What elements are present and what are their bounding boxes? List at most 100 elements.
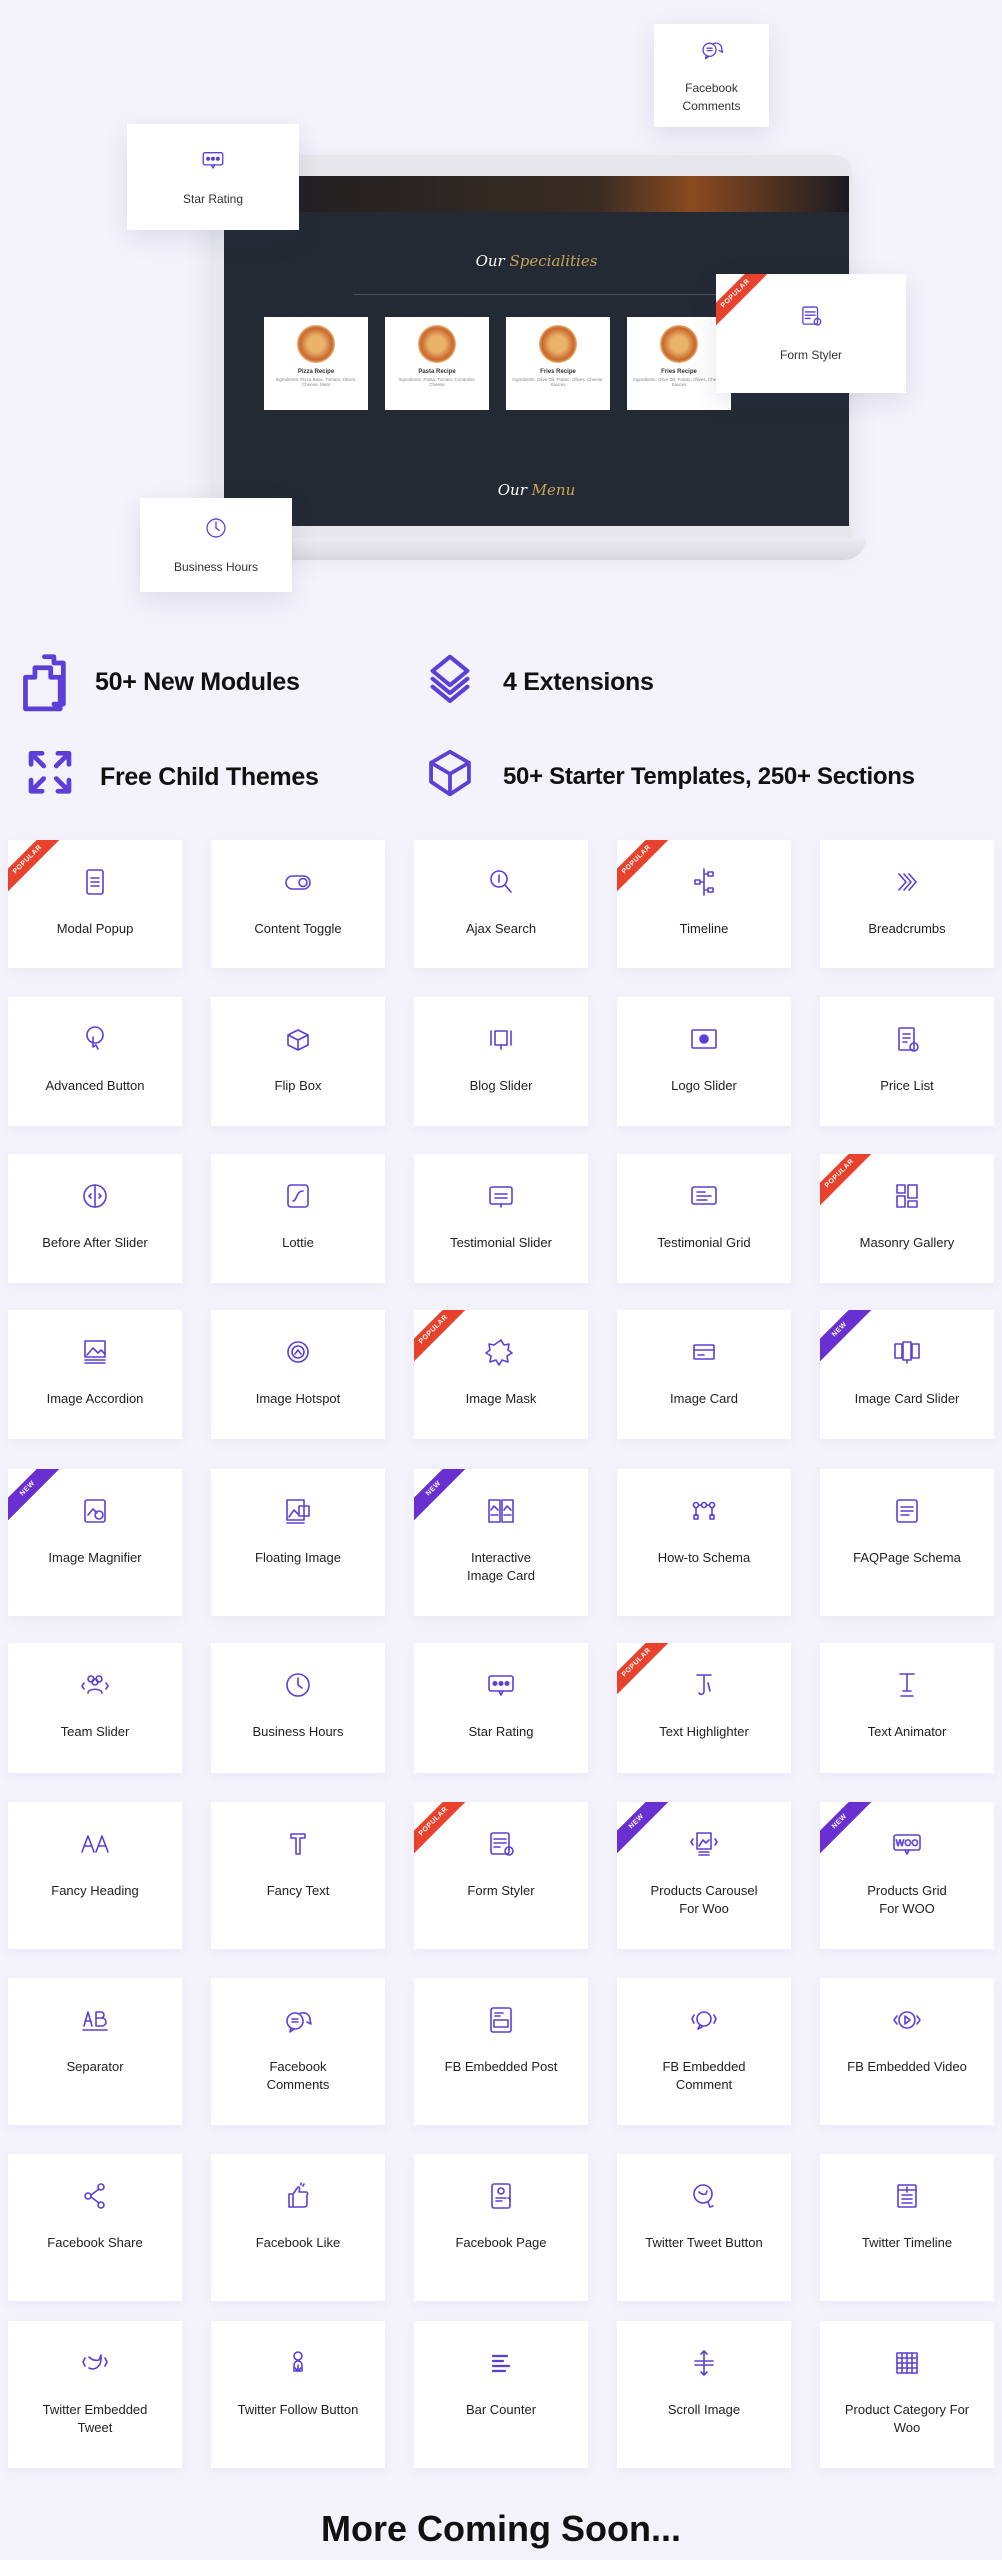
module-card[interactable]: POPULAR Image Mask (414, 1310, 588, 1439)
image-icon (8, 1336, 182, 1370)
module-card[interactable]: Before After Slider (8, 1154, 182, 1283)
module-card[interactable]: Star Rating (414, 1643, 588, 1773)
module-card[interactable]: Blog Slider (414, 997, 588, 1126)
module-label: Timeline (679, 921, 729, 936)
module-card[interactable]: POPULAR Modal Popup (8, 840, 182, 968)
module-card[interactable]: Flip Box (211, 997, 385, 1126)
box-icon (420, 747, 480, 807)
card-slider-icon (820, 1336, 994, 1370)
feature-item: Free Child Themes (20, 745, 319, 809)
embedded-comment-icon (617, 2004, 791, 2038)
food-card: Pizza Recipe Ingredients: Pizza Base, To… (264, 317, 368, 410)
module-label: Bar Counter (465, 2402, 537, 2417)
module-card[interactable]: How-to Schema (617, 1469, 791, 1616)
floating-card-label: Facebook Comments (682, 81, 741, 113)
module-card[interactable]: Bar Counter (414, 2321, 588, 2468)
module-card[interactable]: Twitter Follow Button (211, 2321, 385, 2468)
module-card[interactable]: NEW WOO Products Grid For WOO (820, 1802, 994, 1949)
scroll-icon (617, 2347, 791, 2381)
module-label: FB Embedded Post (444, 2059, 558, 2074)
module-label: Masonry Gallery (859, 1235, 955, 1250)
module-card[interactable]: Twitter Timeline (820, 2154, 994, 2301)
module-card[interactable]: Twitter Tweet Button (617, 2154, 791, 2301)
module-card[interactable]: FB Embedded Video (820, 1978, 994, 2125)
rating-bubble-icon (200, 147, 226, 190)
fb-page-icon (414, 2180, 588, 2214)
tweet-button-icon (617, 2180, 791, 2214)
module-card[interactable]: Floating Image (211, 1469, 385, 1616)
module-card[interactable]: Facebook Share (8, 2154, 182, 2301)
heading-word: Our (497, 481, 527, 499)
module-label: Modal Popup (56, 921, 134, 936)
floating-card-label: Star Rating (182, 191, 244, 206)
module-card[interactable]: Image Card (617, 1310, 791, 1439)
module-card[interactable]: Fancy Heading (8, 1802, 182, 1949)
module-label: FB Embedded Video (847, 2059, 967, 2074)
module-label: Before After Slider (42, 1235, 148, 1250)
module-card[interactable]: NEW Products Carousel For Woo (617, 1802, 791, 1949)
module-card[interactable]: Image Hotspot (211, 1310, 385, 1439)
bar-counter-icon (414, 2347, 588, 2381)
svg-text:WOO: WOO (895, 1839, 918, 1849)
module-card[interactable]: Product Category For Woo (820, 2321, 994, 2468)
twitter-timeline-icon (820, 2180, 994, 2214)
module-card[interactable]: Separator (8, 1978, 182, 2125)
module-card[interactable]: Facebook Comments (211, 1978, 385, 2125)
module-card[interactable]: FB Embedded Comment (617, 1978, 791, 2125)
module-label: Image Accordion (46, 1391, 144, 1406)
module-card[interactable]: Logo Slider (617, 997, 791, 1126)
flip-box-icon (211, 1023, 385, 1057)
module-label: Text Highlighter (659, 1724, 749, 1739)
interactive-card-icon (414, 1495, 588, 1529)
module-card[interactable]: Lottie (211, 1154, 385, 1283)
module-card[interactable]: Ajax Search (414, 840, 588, 968)
feature-label: 50+ New Modules (95, 667, 300, 696)
heading-word: Menu (531, 481, 576, 499)
module-card[interactable]: NEW Interactive Image Card (414, 1469, 588, 1616)
module-card[interactable]: Price List (820, 997, 994, 1126)
module-card[interactable]: FB Embedded Post (414, 1978, 588, 2125)
masonry-icon (820, 1180, 994, 1214)
module-label: Facebook Page (455, 2235, 547, 2250)
module-label: FAQPage Schema (853, 1550, 961, 1565)
module-label: Lottie (282, 1235, 314, 1250)
module-card[interactable]: Team Slider (8, 1643, 182, 1773)
module-label: Twitter Tweet Button (645, 2235, 763, 2250)
module-card[interactable]: Image Accordion (8, 1310, 182, 1439)
module-label: Floating Image (255, 1550, 341, 1565)
module-card[interactable]: POPULAR Form Styler (414, 1802, 588, 1949)
rating-bubble-icon (414, 1669, 588, 1703)
module-card[interactable]: POPULAR Timeline (617, 840, 791, 968)
module-card[interactable]: Facebook Page (414, 2154, 588, 2301)
module-label: Text Animator (867, 1724, 947, 1739)
module-card[interactable]: Text Animator (820, 1643, 994, 1773)
module-card[interactable]: Business Hours (211, 1643, 385, 1773)
popular-badge: POPULAR (716, 274, 776, 334)
module-label: Star Rating (468, 1724, 534, 1739)
divider (354, 294, 719, 295)
module-card[interactable]: Fancy Text (211, 1802, 385, 1949)
module-card[interactable]: FAQPage Schema (820, 1469, 994, 1616)
button-click-icon (8, 1023, 182, 1057)
module-card[interactable]: NEW Image Magnifier (8, 1469, 182, 1616)
module-card[interactable]: Twitter Embedded Tweet (8, 2321, 182, 2468)
module-card[interactable]: NEW Image Card Slider (820, 1310, 994, 1439)
floating-card-label: Business Hours (173, 559, 259, 574)
food-image (539, 325, 577, 363)
module-card[interactable]: Content Toggle (211, 840, 385, 968)
module-card[interactable]: Advanced Button (8, 997, 182, 1126)
grid-icon (820, 2347, 994, 2381)
module-card[interactable]: Breadcrumbs (820, 840, 994, 968)
module-label: How-to Schema (657, 1550, 751, 1565)
food-image (660, 325, 698, 363)
module-label: Image Mask (465, 1391, 537, 1406)
module-card[interactable]: POPULAR Masonry Gallery (820, 1154, 994, 1283)
module-label: Fancy Heading (51, 1883, 139, 1898)
module-card[interactable]: Scroll Image (617, 2321, 791, 2468)
module-card[interactable]: Testimonial Slider (414, 1154, 588, 1283)
woo-icon: WOO (820, 1828, 994, 1862)
module-card[interactable]: Facebook Like (211, 2154, 385, 2301)
module-card[interactable]: POPULAR Text Highlighter (617, 1643, 791, 1773)
hotspot-icon (211, 1336, 385, 1370)
module-card[interactable]: Testimonial Grid (617, 1154, 791, 1283)
